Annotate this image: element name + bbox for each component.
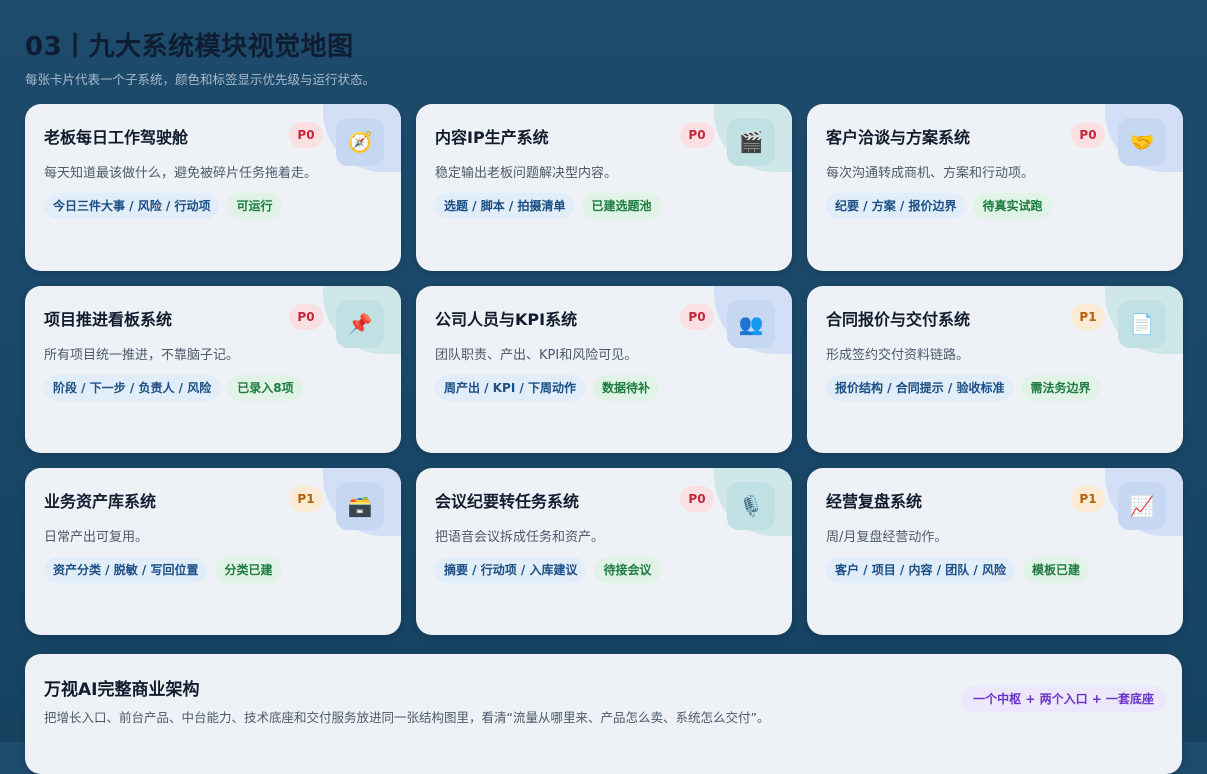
module-card[interactable]: 会议纪要转任务系统 P0 🎙️ 把语音会议拆成任务和资产。 摘要 / 行动项 /… [416,468,792,635]
module-card[interactable]: 合同报价与交付系统 P1 📄 形成签约交付资料链路。 报价结构 / 合同提示 /… [807,286,1183,453]
scope-tag: 周产出 / KPI / 下周动作 [435,375,586,401]
tag-row: 资产分类 / 脱敏 / 写回位置 分类已建 [44,557,282,583]
module-title: 业务资产库系统 [44,492,157,511]
priority-badge: P1 [1071,486,1105,512]
module-description: 每次沟通转成商机、方案和行动项。 [826,166,1035,181]
priority-badge: P0 [680,304,714,330]
scope-tag: 纪要 / 方案 / 报价边界 [826,193,966,219]
status-tag: 数据待补 [593,375,660,401]
scope-tag: 摘要 / 行动项 / 入库建议 [435,557,587,583]
page-title: 03丨九大系统模块视觉地图 [25,32,354,62]
pushpin-icon: 📌 [336,300,384,348]
module-description: 日常产出可复用。 [44,530,149,545]
status-tag: 可运行 [227,193,282,219]
priority-badge: P0 [1071,122,1105,148]
microphone-icon: 🎙️ [727,482,775,530]
document-icon: 📄 [1118,300,1166,348]
priority-badge: P0 [680,486,714,512]
status-tag: 待真实试跑 [973,193,1052,219]
module-description: 周/月复盘经营动作。 [826,530,948,545]
tag-row: 摘要 / 行动项 / 入库建议 待接会议 [435,557,661,583]
tag-row: 选题 / 脚本 / 拍摄清单 已建选题池 [435,193,661,219]
status-tag: 模板已建 [1022,557,1089,583]
architecture-description: 把增长入口、前台产品、中台能力、技术底座和交付服务放进同一张结构图里，看清“流量… [44,710,770,725]
clapperboard-icon: 🎬 [727,118,775,166]
scope-tag: 选题 / 脚本 / 拍摄清单 [435,193,575,219]
module-card[interactable]: 客户洽谈与方案系统 P0 🤝 每次沟通转成商机、方案和行动项。 纪要 / 方案 … [807,104,1183,271]
scope-tag: 阶段 / 下一步 / 负责人 / 风险 [44,375,221,401]
people-icon: 👥 [727,300,775,348]
priority-badge: P0 [680,122,714,148]
scope-tag: 报价结构 / 合同提示 / 验收标准 [826,375,1014,401]
module-title: 内容IP生产系统 [435,128,549,147]
module-card[interactable]: 业务资产库系统 P1 🗃️ 日常产出可复用。 资产分类 / 脱敏 / 写回位置 … [25,468,401,635]
priority-badge: P0 [289,122,323,148]
priority-badge: P1 [1071,304,1105,330]
architecture-card[interactable]: 万视AI完整商业架构 把增长入口、前台产品、中台能力、技术底座和交付服务放进同一… [25,654,1182,774]
module-title: 老板每日工作驾驶舱 [44,128,189,147]
module-description: 形成签约交付资料链路。 [826,348,970,363]
module-card[interactable]: 老板每日工作驾驶舱 P0 🧭 每天知道最该做什么，避免被碎片任务拖着走。 今日三… [25,104,401,271]
module-card[interactable]: 项目推进看板系统 P0 📌 所有项目统一推进，不靠脑子记。 阶段 / 下一步 /… [25,286,401,453]
module-card[interactable]: 公司人员与KPI系统 P0 👥 团队职责、产出、KPI和风险可见。 周产出 / … [416,286,792,453]
module-title: 项目推进看板系统 [44,310,173,329]
tag-row: 今日三件大事 / 风险 / 行动项 可运行 [44,193,282,219]
tag-row: 阶段 / 下一步 / 负责人 / 风险 已录入8项 [44,375,303,401]
module-title: 经营复盘系统 [826,492,923,511]
module-description: 把语音会议拆成任务和资产。 [435,530,605,545]
architecture-title: 万视AI完整商业架构 [44,680,200,700]
module-card[interactable]: 经营复盘系统 P1 📈 周/月复盘经营动作。 客户 / 项目 / 内容 / 团队… [807,468,1183,635]
status-tag: 需法务边界 [1021,375,1100,401]
chart-up-icon: 📈 [1118,482,1166,530]
module-title: 客户洽谈与方案系统 [826,128,971,147]
module-description: 稳定输出老板问题解决型内容。 [435,166,618,181]
architecture-tag: 一个中枢 + 两个入口 + 一套底座 [961,686,1166,712]
status-tag: 已建选题池 [582,193,661,219]
tag-row: 报价结构 / 合同提示 / 验收标准 需法务边界 [826,375,1100,401]
scope-tag: 资产分类 / 脱敏 / 写回位置 [44,557,208,583]
module-grid: 老板每日工作驾驶舱 P0 🧭 每天知道最该做什么，避免被碎片任务拖着走。 今日三… [25,104,1183,635]
module-description: 所有项目统一推进，不靠脑子记。 [44,348,240,363]
module-title: 会议纪要转任务系统 [435,492,580,511]
status-tag: 待接会议 [594,557,661,583]
status-tag: 分类已建 [215,557,282,583]
module-card[interactable]: 内容IP生产系统 P0 🎬 稳定输出老板问题解决型内容。 选题 / 脚本 / 拍… [416,104,792,271]
tag-row: 客户 / 项目 / 内容 / 团队 / 风险 模板已建 [826,557,1089,583]
module-title: 公司人员与KPI系统 [435,310,578,329]
status-tag: 已录入8项 [228,375,303,401]
archive-box-icon: 🗃️ [336,482,384,530]
scope-tag: 客户 / 项目 / 内容 / 团队 / 风险 [826,557,1015,583]
priority-badge: P1 [289,486,323,512]
page-subtitle: 每张卡片代表一个子系统，颜色和标签显示优先级与运行状态。 [25,72,376,87]
scope-tag: 今日三件大事 / 风险 / 行动项 [44,193,220,219]
tag-row: 纪要 / 方案 / 报价边界 待真实试跑 [826,193,1052,219]
compass-icon: 🧭 [336,118,384,166]
priority-badge: P0 [289,304,323,330]
module-title: 合同报价与交付系统 [826,310,971,329]
handshake-icon: 🤝 [1118,118,1166,166]
module-description: 团队职责、产出、KPI和风险可见。 [435,348,638,363]
module-description: 每天知道最该做什么，避免被碎片任务拖着走。 [44,166,318,181]
tag-row: 周产出 / KPI / 下周动作 数据待补 [435,375,660,401]
